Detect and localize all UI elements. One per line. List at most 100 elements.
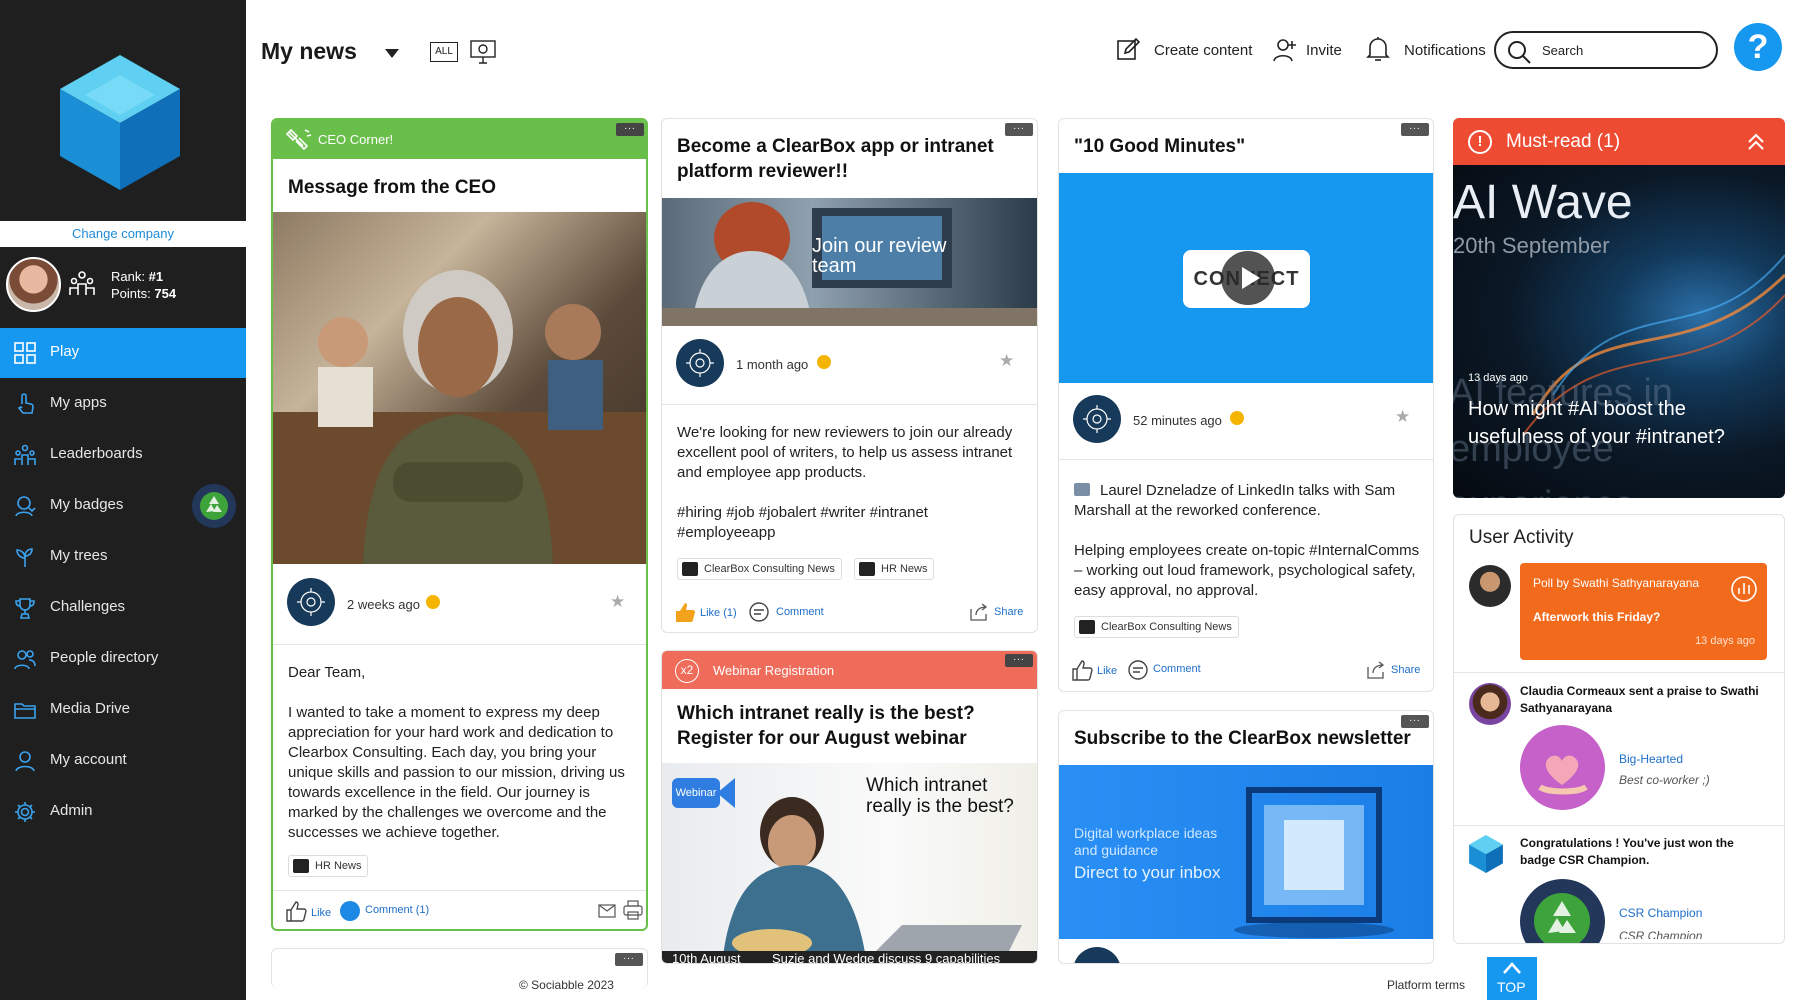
rank-label: Rank:: [111, 269, 145, 284]
webinar-footer-right: Suzie and Wedge discuss 9 capabilities: [772, 951, 1001, 964]
chevron-down-icon[interactable]: [385, 49, 399, 59]
comment-button[interactable]: Comment: [748, 601, 838, 623]
share-label: Share: [1391, 664, 1421, 676]
poll-card[interactable]: Poll by Swathi Sathyanarayana Afterwork …: [1520, 563, 1767, 660]
author-avatar[interactable]: [1073, 947, 1121, 963]
share-label: Share: [994, 606, 1024, 618]
like-label: Like: [1097, 665, 1118, 677]
tag-logo-icon: [1079, 620, 1095, 634]
post-time: 52 minutes ago: [1133, 413, 1222, 428]
change-company-link[interactable]: Change company: [0, 221, 246, 247]
must-read-headline: How might #AI boost the usefulness of yo…: [1468, 398, 1725, 448]
sidebar-item-media-drive[interactable]: Media Drive: [0, 685, 246, 735]
chevron-up-icon: [1502, 961, 1522, 975]
person-icon: [14, 750, 36, 772]
more-options-icon[interactable]: ...: [1401, 122, 1429, 136]
newsletter-card[interactable]: ... Subscribe to the ClearBox newsletter…: [1058, 710, 1434, 964]
badge-name[interactable]: CSR Champion: [1619, 906, 1702, 920]
copyright: © Sociabble 2023: [519, 978, 614, 992]
webinar-card[interactable]: x2 Webinar Registration ... Which intran…: [661, 650, 1038, 964]
company-logo[interactable]: [60, 55, 180, 190]
edit-icon: [1116, 37, 1140, 61]
video-camera-icon: [717, 778, 735, 808]
platform-terms-link[interactable]: Platform terms: [1387, 978, 1465, 992]
ceo-card-title: Message from the CEO: [288, 177, 496, 198]
help-button[interactable]: ?: [1734, 23, 1782, 71]
badge-person-icon: [14, 495, 36, 517]
tag-hr-news[interactable]: HR News: [854, 558, 935, 580]
tag-hr-news[interactable]: HR News: [288, 855, 369, 877]
star-icon[interactable]: ★: [1395, 407, 1410, 427]
back-to-top-button[interactable]: TOP: [1487, 957, 1537, 1000]
sidebar-item-my-apps[interactable]: My apps: [0, 379, 246, 429]
heart-hands-icon: [1520, 725, 1605, 810]
like-button[interactable]: Like (1): [674, 601, 744, 623]
good-minutes-card[interactable]: ... "10 Good Minutes" CONNECT 52 minutes…: [1058, 118, 1434, 692]
like-text: Like: [700, 607, 721, 619]
tag-clearbox-news[interactable]: ClearBox Consulting News: [1074, 616, 1239, 638]
must-read-panel[interactable]: ! Must-read (1) AI features in employee …: [1453, 118, 1785, 498]
more-options-icon[interactable]: ...: [615, 952, 643, 966]
mail-icon[interactable]: [598, 904, 616, 918]
notifications-button[interactable]: Notifications: [1366, 35, 1486, 65]
reviewer-photo: Join our review team: [662, 198, 1037, 326]
sidebar-item-admin[interactable]: Admin: [0, 787, 246, 837]
newsletter-image: Digital workplace ideas and guidance Dir…: [1059, 765, 1433, 939]
ceo-banner: CEO Corner!: [273, 120, 646, 159]
share-button[interactable]: Share: [1367, 661, 1427, 683]
author-avatar[interactable]: [1073, 395, 1121, 443]
sidebar-item-label: My trees: [50, 547, 108, 564]
search-input[interactable]: Search: [1494, 31, 1718, 69]
must-read-header[interactable]: ! Must-read (1): [1453, 118, 1785, 165]
play-icon[interactable]: [1221, 251, 1275, 305]
sidebar-item-leaderboards[interactable]: Leaderboards: [0, 430, 246, 480]
filter-all-button[interactable]: ALL: [430, 42, 458, 62]
share-button[interactable]: Share: [970, 603, 1030, 625]
ceo-greeting: Dear Team,: [288, 664, 366, 681]
reviewer-card[interactable]: ... Become a ClearBox app or intranet pl…: [661, 118, 1038, 633]
avatar[interactable]: [6, 257, 61, 312]
create-content-button[interactable]: Create content: [1116, 37, 1256, 65]
star-icon[interactable]: ★: [999, 351, 1014, 371]
more-options-icon[interactable]: ...: [1005, 653, 1033, 667]
avatar[interactable]: [1469, 683, 1511, 725]
sidebar-item-label: My badges: [50, 496, 124, 513]
share-icon: [970, 603, 988, 621]
invite-label: Invite: [1306, 42, 1342, 59]
sidebar-item-my-account[interactable]: My account: [0, 736, 246, 786]
poll-chart-icon: [1730, 575, 1758, 603]
bell-icon: [1366, 35, 1390, 63]
chevron-up-icon[interactable]: [1746, 132, 1766, 152]
comment-button[interactable]: Comment: [1127, 659, 1217, 681]
badge-subtitle: CSR Champion: [1619, 927, 1769, 939]
print-icon[interactable]: [623, 900, 643, 920]
praise-name[interactable]: Big-Hearted: [1619, 752, 1683, 766]
must-read-image[interactable]: AI features in employee experience platf…: [1453, 165, 1785, 498]
more-options-icon[interactable]: ...: [616, 122, 644, 136]
author-avatar[interactable]: [676, 339, 724, 387]
poll-time: 13 days ago: [1695, 635, 1755, 647]
comment-icon: [748, 601, 770, 623]
sidebar-item-play[interactable]: Play: [0, 328, 246, 378]
add-user-icon: [1272, 37, 1298, 63]
ceo-card[interactable]: CEO Corner! ... Message from the CEO 2 w…: [271, 118, 648, 931]
notifications-label: Notifications: [1404, 42, 1486, 59]
invite-button[interactable]: Invite: [1272, 37, 1352, 65]
video-thumbnail[interactable]: CONNECT: [1059, 173, 1433, 383]
recycle-badge-icon[interactable]: [192, 484, 236, 528]
divider: [1059, 459, 1433, 460]
trophy-icon: [14, 597, 36, 619]
display-filter-icon[interactable]: [469, 39, 497, 65]
star-icon[interactable]: ★: [610, 592, 625, 612]
comment-button[interactable]: Comment (1): [340, 900, 440, 922]
sidebar-item-people-directory[interactable]: People directory: [0, 634, 246, 684]
webinar-badge: Webinar: [672, 778, 720, 808]
tag-clearbox-news[interactable]: ClearBox Consulting News: [677, 558, 842, 580]
ceo-photo: [273, 212, 646, 564]
sidebar-item-challenges[interactable]: Challenges: [0, 583, 246, 633]
sidebar-item-label: Challenges: [50, 598, 126, 615]
author-avatar[interactable]: [287, 578, 335, 626]
sidebar-item-my-trees[interactable]: My trees: [0, 532, 246, 582]
like-button[interactable]: Like: [1071, 659, 1131, 681]
avatar[interactable]: [1469, 565, 1511, 607]
